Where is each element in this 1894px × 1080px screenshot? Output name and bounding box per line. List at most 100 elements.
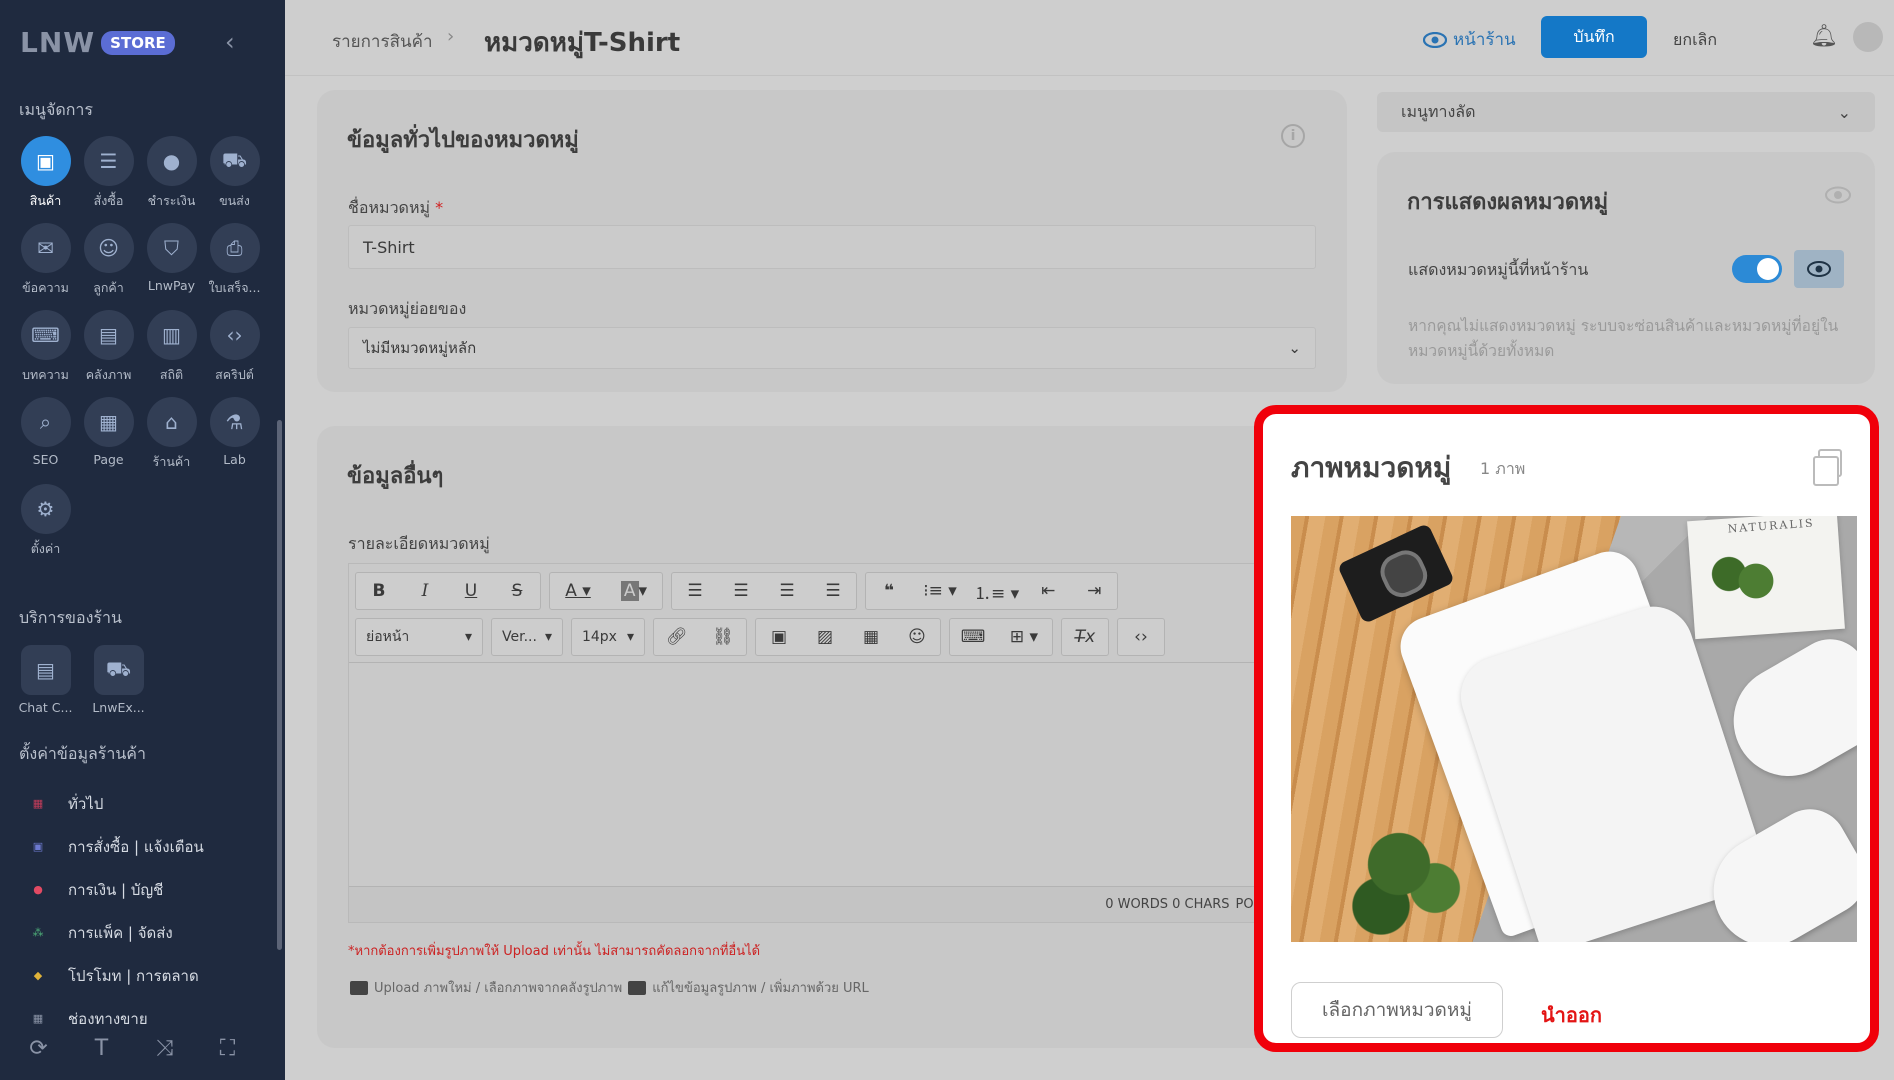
shop-icon: ⌂ bbox=[146, 397, 197, 447]
pack-icon: ⁂ bbox=[32, 926, 44, 939]
sidebar-item-page[interactable]: ▦ Page bbox=[77, 397, 140, 472]
settings-item[interactable]: ▣ การสั่งซื้อ | แจ้งเตือน bbox=[30, 825, 204, 868]
text-color-icon[interactable]: A ▾ bbox=[550, 573, 606, 609]
box-icon: ▣ bbox=[20, 136, 71, 186]
align-center-icon[interactable]: ☰ bbox=[718, 573, 764, 609]
sidebar-item-mailbox[interactable]: ✉ ข้อความ bbox=[14, 223, 77, 298]
logo[interactable]: LNW STORE bbox=[20, 26, 175, 59]
font-family-select[interactable]: Ver... ▾ bbox=[491, 618, 563, 656]
sidebar-item-gallery[interactable]: ▤ คลังภาพ bbox=[77, 310, 140, 385]
align-left-icon[interactable]: ☰ bbox=[672, 573, 718, 609]
emoji-icon[interactable]: ☺ bbox=[894, 619, 940, 655]
indent-icon[interactable]: ⇥ bbox=[1071, 573, 1117, 609]
settings-item-label: การเงิน | บัญชี bbox=[68, 880, 164, 899]
info-icon[interactable]: i bbox=[1281, 124, 1305, 148]
cancel-button[interactable]: ยกเลิก bbox=[1673, 28, 1717, 53]
choose-image-button[interactable]: เลือกภาพหมวดหมู่ bbox=[1291, 982, 1503, 1038]
shield-icon: ⛉ bbox=[146, 223, 197, 273]
sidebar-item-clipboard[interactable]: ☰ สั่งซื้อ bbox=[77, 136, 140, 211]
italic-icon[interactable]: I bbox=[402, 573, 448, 609]
photo-book-text: NATURALIS bbox=[1727, 516, 1815, 536]
breadcrumb[interactable]: รายการสินค้า bbox=[332, 28, 433, 55]
settings-item[interactable]: ⁂ การแพ็ค | จัดส่ง bbox=[30, 911, 204, 954]
table-group: ⌨ ⊞ ▾ bbox=[948, 618, 1053, 656]
outdent-icon[interactable]: ⇤ bbox=[1025, 573, 1071, 609]
special-chars-icon[interactable]: ⌨ bbox=[950, 619, 996, 655]
unlink-icon[interactable]: ⛓ bbox=[700, 619, 746, 655]
table-icon[interactable]: ⊞ ▾ bbox=[996, 619, 1052, 655]
bold-icon[interactable]: B bbox=[356, 573, 402, 609]
shuffle-icon[interactable]: ⤨ bbox=[152, 1036, 177, 1061]
sidebar-item-chat[interactable]: ▤ Chat C... bbox=[14, 645, 77, 715]
parent-category-select[interactable]: ไม่มีหมวดหมู่หลัก ⌄ bbox=[348, 327, 1316, 369]
upload-warning-note: *หากต้องการเพิ่มรูปภาพให้ Upload เท่านั้… bbox=[348, 944, 761, 959]
upload-image-icon[interactable]: ▣ bbox=[756, 619, 802, 655]
category-image[interactable]: NATURALIS bbox=[1291, 516, 1857, 942]
background-color-icon[interactable]: A ▾ bbox=[606, 573, 662, 609]
image-icon[interactable]: ▨ bbox=[802, 619, 848, 655]
sidebar-item-receipt[interactable]: ⎙ ใบเสร็จ... bbox=[203, 223, 266, 298]
promo-icon: ◆ bbox=[33, 969, 43, 982]
align-justify-icon[interactable]: ☰ bbox=[810, 573, 856, 609]
font-size-select[interactable]: 14px ▾ bbox=[570, 618, 645, 656]
shortcut-menu-dropdown[interactable]: เมนูทางลัด ⌄ bbox=[1377, 92, 1875, 132]
collapse-sidebar-icon[interactable]: ‹ bbox=[225, 28, 235, 56]
sidebar-item-label: ขนส่ง bbox=[219, 193, 250, 208]
font-size-label: 14px bbox=[581, 629, 617, 645]
sidebar-item-box[interactable]: ▣ สินค้า bbox=[14, 136, 77, 211]
manage-menu-title: เมนูจัดการ bbox=[19, 100, 93, 119]
clear-format-icon[interactable]: T̶x bbox=[1062, 619, 1108, 655]
sidebar-item-gear[interactable]: ⚙ ตั้งค่า bbox=[14, 484, 77, 559]
settings-item[interactable]: ▦ ทั่วไป bbox=[30, 782, 204, 825]
copy-icon[interactable] bbox=[1813, 449, 1842, 486]
text-size-icon[interactable]: T bbox=[89, 1036, 114, 1061]
sidebar-item-shop[interactable]: ⌂ ร้านค้า bbox=[140, 397, 203, 472]
sidebar-item-truck[interactable]: ⛟ ขนส่ง bbox=[203, 136, 266, 211]
chat-icon: ▤ bbox=[20, 645, 71, 695]
sidebar-item-chart[interactable]: ▥ สถิติ bbox=[140, 310, 203, 385]
category-name-input[interactable]: T-Shirt bbox=[348, 225, 1316, 269]
sidebar-scrollbar[interactable] bbox=[277, 420, 282, 950]
sidebar-item-flask[interactable]: ⚗ Lab bbox=[203, 397, 266, 472]
sidebar-item-code[interactable]: ‹› สคริปต์ bbox=[203, 310, 266, 385]
sidebar-item-keyboard[interactable]: ⌨ บทความ bbox=[14, 310, 77, 385]
paragraph-style-select[interactable]: ย่อหน้า ▾ bbox=[355, 618, 483, 656]
settings-item[interactable]: ● การเงิน | บัญชี bbox=[30, 868, 204, 911]
sidebar-item-seo[interactable]: ⌕ SEO bbox=[14, 397, 77, 472]
show-on-storefront-toggle[interactable] bbox=[1732, 255, 1782, 283]
storefront-link[interactable]: หน้าร้าน bbox=[1423, 26, 1516, 53]
seo-icon: ⌕ bbox=[20, 397, 71, 447]
underline-icon[interactable]: U bbox=[448, 573, 494, 609]
align-right-icon[interactable]: ☰ bbox=[764, 573, 810, 609]
remove-image-button[interactable]: นำออก bbox=[1541, 999, 1602, 1031]
settings-item-label: การสั่งซื้อ | แจ้งเตือน bbox=[68, 837, 204, 856]
settings-item-label: ช่องทางขาย bbox=[68, 1009, 148, 1028]
sidebar-item-piggy-bank[interactable]: ● ชำระเงิน bbox=[140, 136, 203, 211]
sidebar-item-customer[interactable]: ☺ ลูกค้า bbox=[77, 223, 140, 298]
image-count: 1 ภาพ bbox=[1480, 459, 1526, 478]
sidebar-item-express-truck[interactable]: ⛟ LnwEx... bbox=[87, 645, 150, 715]
link-icon[interactable]: 🔗︎ bbox=[654, 619, 700, 655]
sidebar-item-shield[interactable]: ⛉ LnwPay bbox=[140, 223, 203, 298]
logo-badge: STORE bbox=[101, 30, 175, 55]
settings-item[interactable]: ▦ ช่องทางขาย bbox=[30, 997, 204, 1040]
settings-item[interactable]: ◆ โปรโมท | การตลาด bbox=[30, 954, 204, 997]
blockquote-icon[interactable]: ❝ bbox=[866, 573, 912, 609]
editor-content-area[interactable] bbox=[349, 662, 1319, 887]
fullscreen-icon[interactable]: ⛶ bbox=[215, 1036, 240, 1061]
video-icon[interactable]: ▦ bbox=[848, 619, 894, 655]
source-code-icon[interactable]: ‹› bbox=[1118, 619, 1164, 655]
refresh-icon[interactable]: ⟳ bbox=[26, 1036, 51, 1061]
order-icon: ▣ bbox=[32, 840, 44, 853]
save-button[interactable]: บันทึก bbox=[1541, 16, 1647, 58]
general-info-title: ข้อมูลทั่วไปของหมวดหมู่ bbox=[347, 128, 579, 153]
bullet-list-icon[interactable]: ⁝≡ ▾ bbox=[912, 573, 968, 609]
sidebar-item-label: สคริปต์ bbox=[215, 367, 254, 382]
avatar[interactable] bbox=[1853, 22, 1883, 52]
font-family-value: Ver... ▾ bbox=[492, 619, 562, 655]
bell-icon[interactable]: 🔔︎ bbox=[1810, 24, 1838, 49]
strikethrough-icon[interactable]: S bbox=[494, 573, 540, 609]
preview-button[interactable] bbox=[1794, 250, 1844, 288]
color-group: A ▾ A ▾ bbox=[549, 572, 663, 610]
numbered-list-icon[interactable]: ⒈≡ ▾ bbox=[968, 573, 1025, 609]
